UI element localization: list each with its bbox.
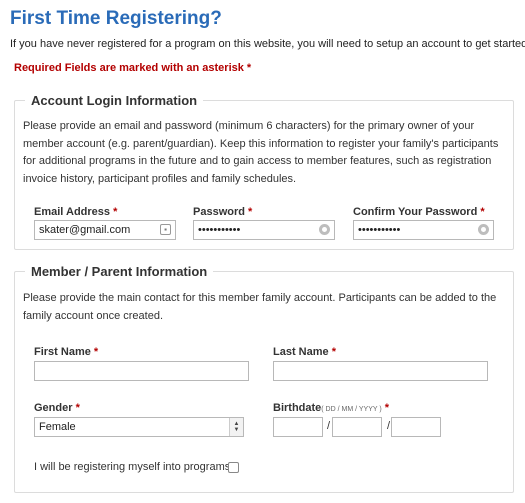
birthdate-month-field[interactable]: [332, 417, 382, 437]
first-name-label: First Name *: [34, 346, 98, 358]
password-field[interactable]: •••••••••••: [193, 220, 335, 240]
intro-text: If you have never registered for a progr…: [10, 38, 525, 50]
gender-label: Gender *: [34, 402, 80, 414]
account-login-description: Please provide an email and password (mi…: [23, 120, 499, 185]
password-label-text: Password: [193, 206, 245, 218]
key-icon[interactable]: [319, 224, 330, 235]
birthdate-label: Birthdate( DD / MM / YYYY ) *: [273, 402, 389, 414]
member-parent-section: Member / Parent Information Please provi…: [14, 264, 514, 493]
contact-card-icon[interactable]: ▪: [160, 224, 171, 235]
self-register-checkbox[interactable]: [228, 462, 239, 473]
date-separator: /: [327, 420, 331, 432]
self-register-label: I will be registering myself into progra…: [34, 461, 231, 473]
required-asterisk: *: [331, 346, 336, 358]
email-field[interactable]: skater@gmail.com ▪: [34, 220, 176, 240]
confirm-password-label-text: Confirm Your Password: [353, 206, 478, 218]
required-asterisk: *: [248, 206, 253, 218]
email-label: Email Address *: [34, 206, 117, 218]
gender-selected-value: Female: [39, 421, 76, 433]
first-name-field[interactable]: [34, 361, 249, 381]
birthdate-year-field[interactable]: [391, 417, 441, 437]
email-value: skater@gmail.com: [39, 224, 131, 236]
confirm-password-label: Confirm Your Password *: [353, 206, 485, 218]
first-name-label-text: First Name: [34, 346, 91, 358]
required-asterisk: *: [75, 402, 80, 414]
email-label-text: Email Address: [34, 206, 111, 218]
password-label: Password *: [193, 206, 252, 218]
password-value: •••••••••••: [198, 224, 241, 236]
confirm-password-value: •••••••••••: [358, 224, 401, 236]
select-arrows-icon[interactable]: ▲ ▼: [229, 418, 243, 436]
confirm-password-field[interactable]: •••••••••••: [353, 220, 494, 240]
last-name-label: Last Name *: [273, 346, 336, 358]
required-fields-note: Required Fields are marked with an aster…: [14, 62, 252, 74]
birthdate-label-text: Birthdate: [273, 402, 322, 414]
required-asterisk: *: [113, 206, 118, 218]
required-asterisk: *: [93, 346, 99, 358]
birthdate-format-hint: ( DD / MM / YYYY ): [321, 406, 382, 413]
required-asterisk: *: [384, 402, 390, 414]
page-title: First Time Registering?: [10, 8, 222, 29]
account-login-legend: Account Login Information: [25, 93, 204, 108]
last-name-label-text: Last Name: [273, 346, 329, 358]
key-icon[interactable]: [478, 224, 489, 235]
member-parent-legend: Member / Parent Information: [25, 264, 214, 279]
member-parent-description: Please provide the main contact for this…: [23, 292, 497, 322]
date-separator: /: [387, 420, 391, 432]
last-name-field[interactable]: [273, 361, 488, 381]
gender-select[interactable]: Female ▲ ▼: [34, 417, 244, 437]
gender-label-text: Gender: [34, 402, 73, 414]
required-asterisk: *: [480, 206, 485, 218]
birthdate-day-field[interactable]: [273, 417, 323, 437]
account-login-section: Account Login Information Please provide…: [14, 93, 514, 250]
